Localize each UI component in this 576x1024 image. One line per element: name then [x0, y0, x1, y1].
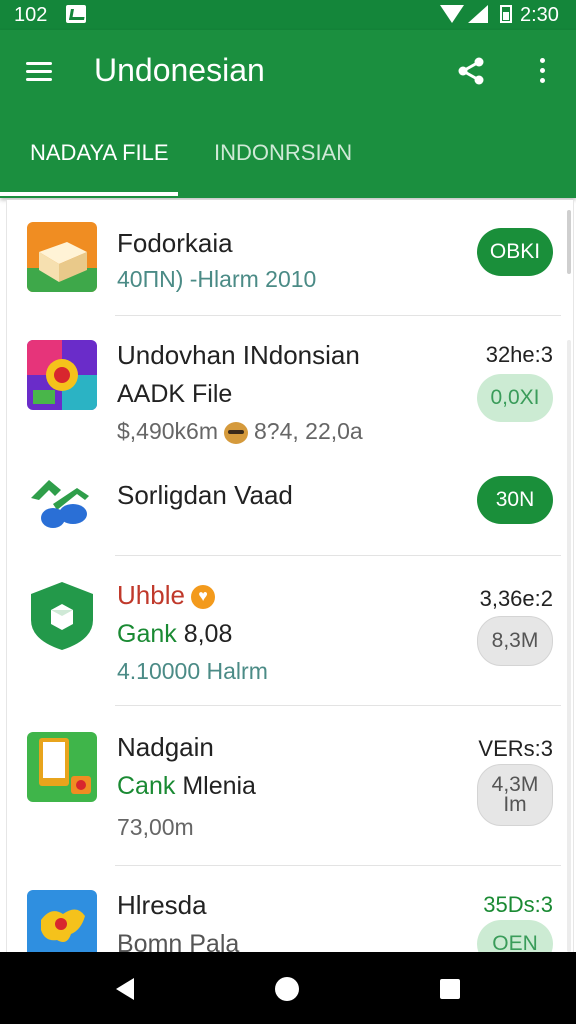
item-meta: $,490k6m 8?4, 22,0a: [117, 418, 363, 445]
list-item[interactable]: Undovhan INdonsian AADK File $,490k6m 8?4…: [7, 316, 573, 452]
item-action-button[interactable]: 8,3M: [477, 616, 553, 666]
list-item[interactable]: Nadgain Cank Mlenia 73,00m VERs:3 4,3M I…: [7, 706, 573, 866]
item-meta: 40ПN) -Hlarm 2010: [117, 266, 317, 292]
more-vert-icon[interactable]: [532, 58, 552, 88]
status-number: 102: [14, 4, 48, 26]
list-item[interactable]: Fodorkaia 40ПN) -Hlarm 2010 OBKI: [7, 200, 573, 316]
item-price: $,490k6m: [117, 418, 219, 444]
status-time: 2:30: [520, 4, 559, 26]
item-action-button[interactable]: 0,0XI: [477, 374, 553, 422]
phone-app-icon: [27, 732, 97, 802]
item-title: Uhble ♥: [117, 580, 215, 611]
item-action-button[interactable]: OBKI: [477, 228, 553, 276]
item-subtitle-highlight: Cank: [117, 772, 176, 800]
item-right-meta: 3,36e:2: [479, 586, 553, 611]
item-subtitle-rest: 8,08: [176, 620, 233, 648]
status-bar: 102 2:30: [0, 0, 576, 30]
tab-nadaya-file[interactable]: NADAYA FILE: [30, 140, 169, 166]
green-shield-icon: [27, 580, 97, 650]
recents-square-icon[interactable]: [440, 979, 460, 999]
list-item[interactable]: Uhble ♥ Gank 8,08 4.10000 Halrm 3,36e:2 8…: [7, 556, 573, 706]
item-title: Nadgain: [117, 732, 214, 762]
face-emoji-icon: [224, 421, 249, 444]
item-action-button[interactable]: 4,3M Im: [477, 764, 553, 826]
hamburger-menu-icon[interactable]: [26, 62, 52, 82]
item-title-text: Uhble: [117, 580, 185, 610]
share-icon[interactable]: [456, 56, 486, 86]
blue-green-logo-icon: [27, 466, 97, 536]
item-subtitle-rest: Mlenia: [175, 772, 256, 800]
list-item[interactable]: Hlresda Bomn Pala 35Ds:3 OEN: [7, 866, 573, 952]
wifi-icon: [440, 5, 464, 23]
item-meta-detail: 8?4, 22,0a: [254, 418, 363, 444]
battery-icon: [500, 5, 512, 23]
item-title: Undovhan INdonsian: [117, 340, 360, 370]
list-item[interactable]: Sorligdan Vaad 30N: [7, 452, 573, 556]
item-right-meta: 35Ds:3: [483, 892, 553, 917]
app-list[interactable]: Fodorkaia 40ПN) -Hlarm 2010 OBKI Undovha…: [6, 200, 574, 952]
item-title: Sorligdan Vaad: [117, 480, 293, 510]
item-subtitle: AADK File: [117, 380, 233, 408]
tab-indonesian[interactable]: INDONRSIAN: [214, 140, 352, 166]
tab-indicator: [0, 192, 178, 196]
item-subtitle: Bomn Pala: [117, 930, 240, 952]
item-title: Hlresda: [117, 890, 207, 920]
item-subtitle: Cank Mlenia: [117, 772, 256, 801]
map-app-icon: [27, 890, 97, 952]
item-right-meta: 32he:3: [485, 342, 553, 367]
home-circle-icon[interactable]: [275, 977, 299, 1001]
item-subtitle: Gank 8,08: [117, 620, 232, 649]
app-bar: Undonesian NADAYA FILE INDONRSIAN: [0, 30, 576, 198]
item-title: Fodorkaia: [117, 228, 233, 258]
system-nav-bar: [0, 952, 576, 1024]
item-subtitle-highlight: Gank: [117, 620, 177, 648]
notification-icon: [66, 5, 86, 23]
box-app-icon: [27, 222, 97, 292]
item-meta: 73,00m: [117, 814, 194, 840]
item-action-button[interactable]: OEN: [477, 920, 553, 952]
coin-badge-icon: ♥: [190, 585, 215, 610]
app-title: Undonesian: [94, 52, 265, 88]
item-right-meta: VERs:3: [478, 736, 553, 761]
item-action-button[interactable]: 30N: [477, 476, 553, 524]
signal-icon: [468, 5, 488, 23]
item-meta: 4.10000 Halrm: [117, 658, 268, 684]
game-app-icon: [27, 340, 97, 410]
back-triangle-icon[interactable]: [116, 978, 134, 1000]
